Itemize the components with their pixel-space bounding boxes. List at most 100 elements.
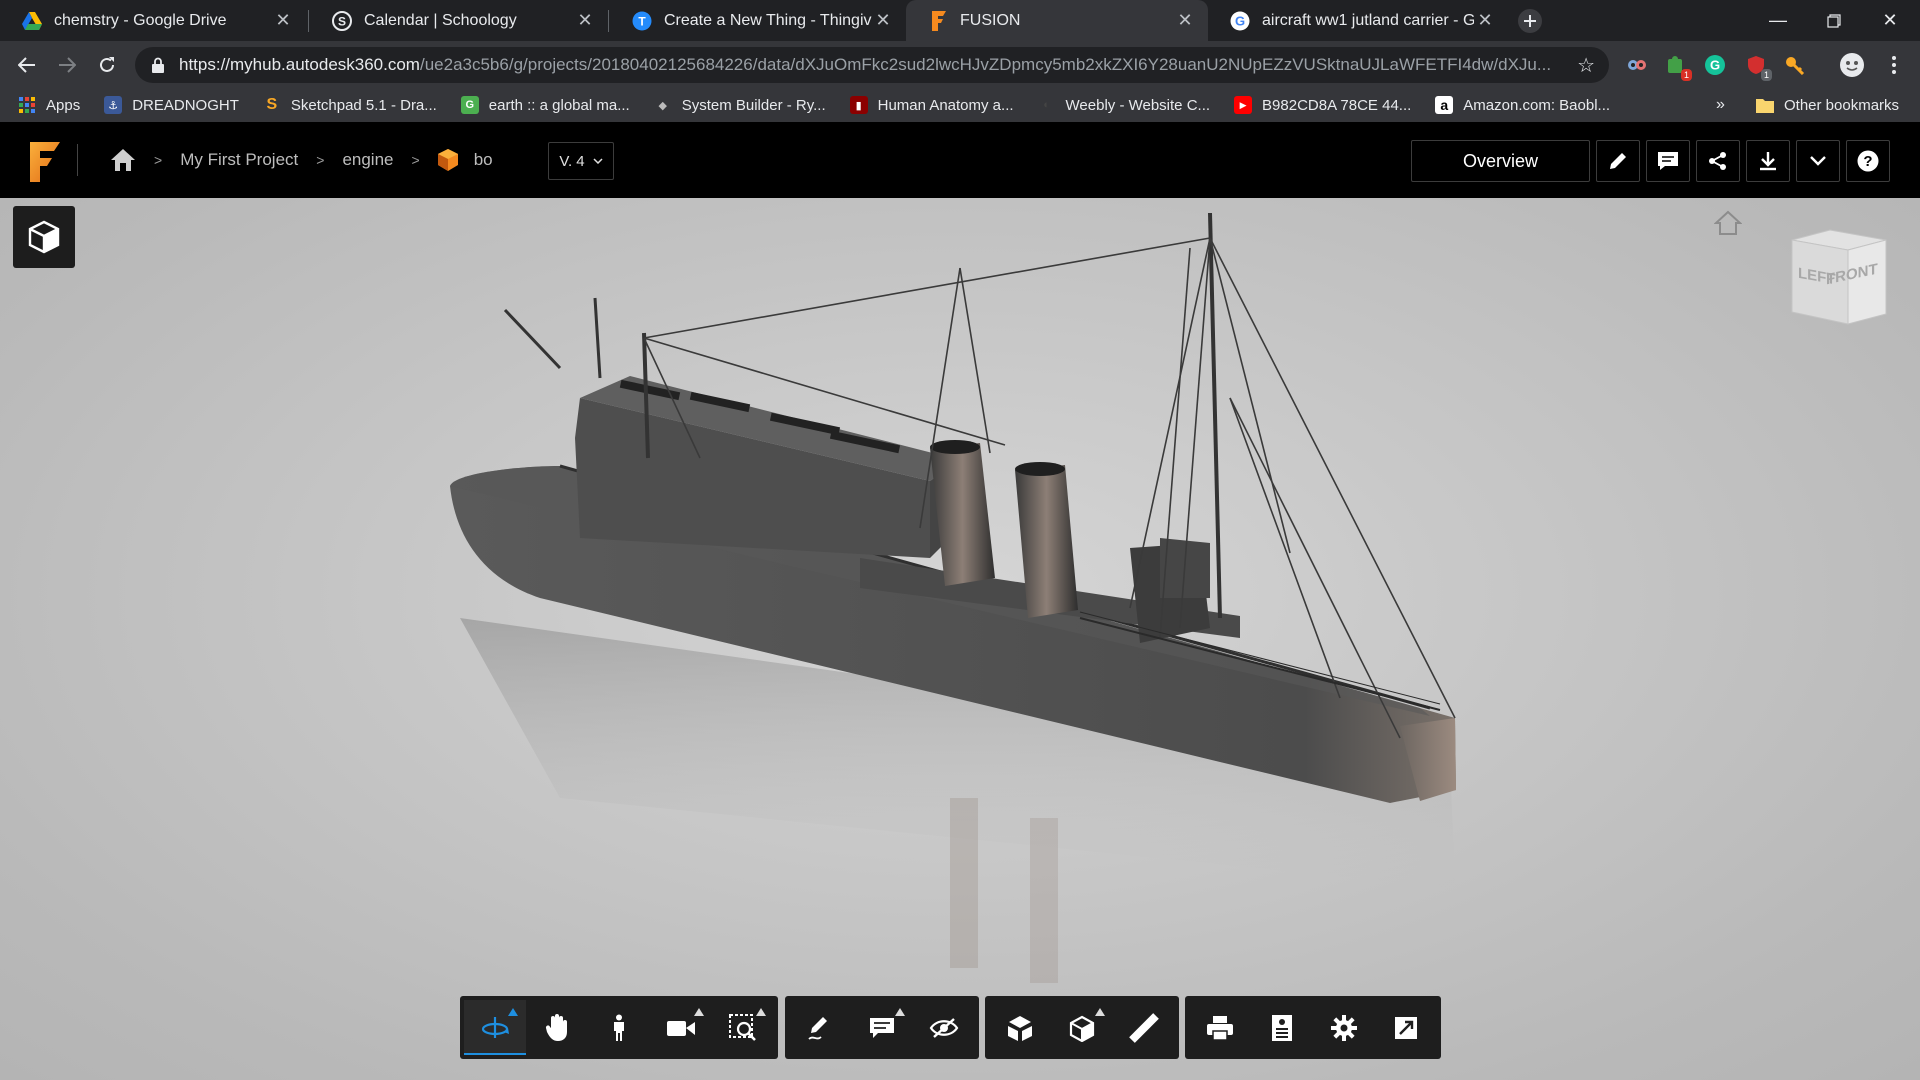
bookmark-system-builder[interactable]: ◆ System Builder - Ry... — [654, 96, 825, 114]
forward-button[interactable] — [50, 48, 84, 82]
share-button[interactable] — [1696, 140, 1740, 182]
help-button[interactable]: ? — [1846, 140, 1890, 182]
markup-pen-icon — [808, 1016, 827, 1040]
bookmark-star-icon[interactable]: ☆ — [1577, 53, 1595, 78]
settings-button[interactable] — [1313, 1000, 1375, 1055]
extension-eyes-icon[interactable] — [1625, 53, 1649, 77]
edit-button[interactable] — [1596, 140, 1640, 182]
ship-3d-model[interactable] — [0, 198, 1920, 1080]
breadcrumb-project[interactable]: My First Project — [180, 150, 298, 170]
back-button[interactable] — [10, 48, 44, 82]
hand-icon — [545, 1013, 567, 1041]
reload-button[interactable] — [90, 48, 124, 82]
profile-avatar-icon[interactable] — [1840, 53, 1864, 77]
viewcube-home-icon[interactable] — [1714, 210, 1742, 236]
flyout-indicator-icon — [1095, 1008, 1105, 1016]
bookmark-sketchpad[interactable]: S Sketchpad 5.1 - Dra... — [263, 96, 437, 114]
grammarly-icon[interactable]: G — [1703, 53, 1727, 77]
ship-icon: ⚓ — [104, 96, 123, 114]
apps-grid-icon — [18, 96, 36, 114]
bookmark-earth[interactable]: G earth :: a global ma... — [460, 96, 630, 114]
google-icon: G — [1230, 11, 1250, 31]
fusion-header: > My First Project > engine > bo V. 4 Ov… — [0, 122, 1920, 198]
flyout-indicator-icon — [694, 1008, 704, 1016]
extension-badge: 1 — [1760, 69, 1772, 81]
version-selector[interactable]: V. 4 — [548, 142, 614, 180]
tab-schoology[interactable]: S Calendar | Schoology ✕ — [310, 0, 608, 41]
bookmark-youtube[interactable]: ▶ B982CD8A 78CE 44... — [1234, 96, 1411, 114]
walk-button[interactable] — [588, 1000, 650, 1055]
bookmark-apps[interactable]: Apps — [18, 96, 80, 114]
orbit-button[interactable] — [464, 1000, 526, 1055]
extension-shield-icon[interactable]: 1 — [1744, 53, 1772, 81]
tab-title: FUSION — [960, 11, 1021, 29]
svg-text:?: ? — [1863, 153, 1872, 170]
tab-fusion[interactable]: FUSION ✕ — [906, 0, 1208, 41]
tab-thingiverse[interactable]: T Create a New Thing - Thingiverse ✕ — [610, 0, 906, 41]
3d-viewport[interactable]: LEFT FRONT — [0, 198, 1920, 1080]
new-tab-button[interactable] — [1515, 6, 1545, 36]
bookmark-label: Weebly - Website C... — [1065, 96, 1211, 114]
hide-button[interactable] — [913, 1000, 975, 1055]
properties-button[interactable] — [1251, 1000, 1313, 1055]
weebly-icon: ◐ — [1043, 99, 1050, 111]
share-icon — [1709, 152, 1726, 170]
close-window-button[interactable]: ✕ — [1862, 0, 1918, 41]
kebab-menu-icon[interactable] — [1882, 53, 1906, 77]
key-icon[interactable] — [1783, 53, 1807, 77]
bookmark-weebly[interactable]: ◐ Weebly - Website C... — [1038, 96, 1211, 114]
breadcrumb-folder[interactable]: engine — [342, 150, 393, 170]
comment-tool-button[interactable] — [851, 1000, 913, 1055]
pan-button[interactable] — [526, 1000, 588, 1055]
forward-arrow-icon — [59, 57, 76, 73]
tab-google-search[interactable]: G aircraft ww1 jutland carrier - Goo ✕ — [1208, 0, 1508, 41]
close-icon[interactable]: ✕ — [272, 10, 294, 32]
other-bookmarks-folder[interactable]: Other bookmarks — [1756, 88, 1899, 122]
bookmark-amazon[interactable]: a Amazon.com: Baobl... — [1435, 96, 1610, 114]
bookmark-label: earth :: a global ma... — [488, 96, 630, 114]
overview-button[interactable]: Overview — [1411, 140, 1590, 182]
close-icon[interactable]: ✕ — [1174, 10, 1196, 32]
tab-title: Create a New Thing - Thingiverse — [664, 11, 872, 29]
chevron-right-icon: > — [316, 152, 325, 168]
navigation-tools — [460, 996, 778, 1059]
amazon-icon: a — [1435, 96, 1454, 114]
close-icon[interactable]: ✕ — [872, 10, 894, 32]
camera-button[interactable] — [650, 1000, 712, 1055]
close-icon[interactable]: ✕ — [574, 10, 596, 32]
comments-button[interactable] — [1646, 140, 1690, 182]
minimize-button[interactable]: — — [1750, 0, 1806, 41]
section-analysis-button[interactable] — [1051, 1000, 1113, 1055]
schoology-icon: S — [332, 10, 352, 31]
camera-icon — [667, 1020, 695, 1036]
comment-icon — [870, 1017, 894, 1038]
bookmark-label: Sketchpad 5.1 - Dra... — [290, 96, 437, 114]
zoom-window-button[interactable] — [712, 1000, 774, 1055]
explode-button[interactable] — [989, 1000, 1051, 1055]
bookmarks-overflow-button[interactable]: » — [1716, 88, 1725, 122]
bookmark-dreadnoght[interactable]: ⚓ DREADNOGHT — [104, 96, 239, 114]
person-walk-icon — [614, 1014, 624, 1041]
fusion-logo-icon[interactable] — [26, 142, 60, 182]
close-icon[interactable]: ✕ — [1474, 10, 1496, 32]
view-cube[interactable]: LEFT FRONT — [1786, 228, 1890, 328]
url-path: /ue2a3c5b6/g/projects/20180402125684226/… — [419, 55, 1552, 74]
address-bar[interactable]: https://myhub.autodesk360.com/ue2a3c5b6/… — [135, 47, 1609, 83]
browser-toolbar: https://myhub.autodesk360.com/ue2a3c5b6/… — [0, 41, 1920, 88]
properties-icon — [1272, 1014, 1292, 1041]
print-button[interactable] — [1189, 1000, 1251, 1055]
bookmark-human-anatomy[interactable]: ▮ Human Anatomy a... — [849, 96, 1014, 114]
markup-tools — [785, 996, 979, 1059]
restore-button[interactable] — [1806, 0, 1862, 41]
model-browser-button[interactable] — [13, 206, 75, 268]
markup-button[interactable] — [789, 1000, 851, 1055]
extension-badge: 1 — [1680, 69, 1692, 81]
extension-puzzle-icon[interactable]: 1 — [1664, 53, 1692, 81]
fullscreen-button[interactable] — [1375, 1000, 1437, 1055]
measure-button[interactable] — [1113, 1000, 1175, 1055]
download-button[interactable] — [1746, 140, 1790, 182]
section-cube-icon — [1069, 1015, 1095, 1042]
more-options-button[interactable] — [1796, 140, 1840, 182]
home-icon[interactable] — [110, 148, 136, 172]
tab-google-drive[interactable]: chemstry - Google Drive ✕ — [0, 0, 306, 41]
